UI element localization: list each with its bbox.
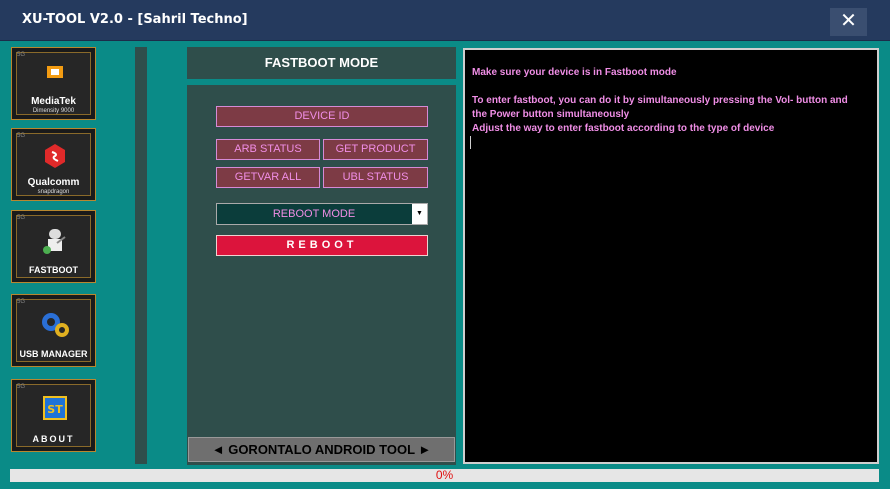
sidebar-item-mediatek[interactable]: 5G MediaTek Dimensity 9000 bbox=[11, 47, 96, 120]
sidebar-item-fastboot[interactable]: 5G FASTBOOT bbox=[11, 210, 96, 283]
sidebar-item-tag: 5G bbox=[17, 215, 26, 221]
reboot-mode-value: REBOOT MODE bbox=[272, 208, 356, 220]
svg-text:ST: ST bbox=[47, 403, 63, 416]
log-console[interactable]: Make sure your device is in Fastboot mod… bbox=[463, 48, 879, 464]
sidebar-divider bbox=[135, 47, 147, 464]
window-title: XU-TOOL V2.0 - [Sahril Techno] bbox=[22, 12, 248, 27]
mediatek-chip-icon bbox=[47, 66, 63, 78]
sidebar-item-tag: 5G bbox=[17, 299, 26, 305]
get-product-button[interactable]: GET PRODUCT bbox=[323, 139, 428, 160]
close-button[interactable]: ✕ bbox=[830, 8, 867, 36]
android-robot-icon bbox=[43, 229, 66, 254]
gorontalo-android-tool-button[interactable]: ◄ GORONTALO ANDROID TOOL ► bbox=[188, 437, 455, 462]
text-cursor bbox=[470, 136, 471, 149]
console-line: the Power button simultaneously bbox=[472, 109, 630, 120]
arb-status-button[interactable]: ARB STATUS bbox=[216, 139, 320, 160]
sidebar-item-tag: 5G bbox=[17, 384, 26, 390]
sidebar-item-label: Qualcomm bbox=[27, 177, 80, 188]
chevron-down-icon[interactable]: ▼ bbox=[412, 204, 427, 224]
console-line: To enter fastboot, you can do it by simu… bbox=[472, 95, 848, 106]
ubl-status-button[interactable]: UBL STATUS bbox=[323, 167, 428, 188]
sidebar-item-usb-manager[interactable]: 5G USB MANAGER bbox=[11, 294, 96, 367]
chip-st-icon: ST bbox=[43, 396, 67, 420]
getvar-all-button[interactable]: GETVAR ALL bbox=[216, 167, 320, 188]
close-icon: ✕ bbox=[840, 10, 857, 32]
sidebar-item-tag: 5G bbox=[17, 133, 26, 139]
sidebar-item-about[interactable]: 5G ST ABOUT bbox=[11, 379, 96, 452]
gears-icon bbox=[42, 313, 69, 337]
sidebar-item-label: ABOUT bbox=[32, 434, 75, 444]
panel-title: FASTBOOT MODE bbox=[187, 47, 456, 79]
console-line: Adjust the way to enter fastboot accordi… bbox=[472, 123, 775, 134]
sidebar-item-tag: 5G bbox=[17, 52, 26, 58]
progress-bar: 0% bbox=[10, 469, 879, 482]
sidebar-item-label: USB MANAGER bbox=[19, 349, 88, 359]
reboot-mode-select[interactable]: REBOOT MODE ▼ bbox=[216, 203, 428, 225]
sidebar-item-sub: Dimensity 9000 bbox=[32, 108, 75, 114]
console-line: Make sure your device is in Fastboot mod… bbox=[472, 67, 677, 78]
progress-label: 0% bbox=[435, 468, 454, 482]
snapdragon-icon bbox=[45, 144, 65, 168]
device-id-button[interactable]: DEVICE ID bbox=[216, 106, 428, 127]
reboot-button[interactable]: REBOOT bbox=[216, 235, 428, 256]
title-bar: XU-TOOL V2.0 - [Sahril Techno] ✕ bbox=[0, 0, 890, 41]
sidebar-item-label: FASTBOOT bbox=[29, 265, 78, 275]
sidebar-item-sub: snapdragon bbox=[37, 189, 70, 195]
sidebar-item-qualcomm[interactable]: 5G Qualcomm snapdragon bbox=[11, 128, 96, 201]
sidebar-item-label: MediaTek bbox=[31, 96, 76, 107]
